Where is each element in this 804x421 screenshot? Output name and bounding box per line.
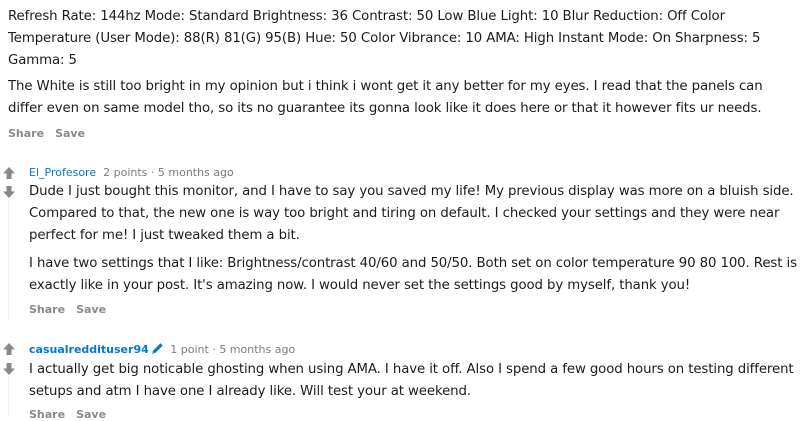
share-button[interactable]: Share — [29, 408, 65, 421]
comment-body-2: I have two settings that I like: Brightn… — [29, 253, 797, 297]
comment-op-body: Refresh Rate: 144hz Mode: Standard Brigh… — [8, 6, 798, 72]
upvote-arrow-icon[interactable] — [3, 167, 15, 179]
save-button[interactable]: Save — [76, 303, 106, 316]
save-button[interactable]: Save — [76, 408, 106, 421]
downvote-arrow-icon[interactable] — [3, 186, 15, 198]
comment-paragraph: Dude I just bought this monitor, and I h… — [29, 184, 794, 243]
comment-actions: Share Save — [29, 408, 117, 421]
author-link[interactable]: El_Profesore — [29, 166, 96, 179]
comment-body: I actually get big noticable ghosting wh… — [29, 359, 797, 403]
separator: · — [150, 166, 155, 179]
timestamp[interactable]: 5 months ago — [219, 343, 295, 356]
thread-line[interactable] — [8, 377, 9, 416]
comment-meta: casualreddituser94 1 point · 5 months ag… — [29, 342, 295, 358]
thread-line[interactable] — [8, 200, 9, 320]
comment-op-body-2: The White is still too bright in my opin… — [8, 76, 798, 120]
separator: · — [212, 343, 216, 356]
points: 2 points — [103, 166, 148, 179]
share-button[interactable]: Share — [8, 127, 44, 140]
downvote-arrow-icon[interactable] — [3, 363, 15, 375]
comment-paragraph: The White is still too bright in my opin… — [8, 79, 763, 116]
comment-paragraph: Refresh Rate: 144hz Mode: Standard Brigh… — [8, 9, 761, 68]
timestamp[interactable]: 5 months ago — [158, 166, 234, 179]
share-button[interactable]: Share — [29, 303, 65, 316]
save-button[interactable]: Save — [55, 127, 85, 140]
comment-paragraph: I actually get big noticable ghosting wh… — [29, 362, 794, 399]
comment-paragraph: I have two settings that I like: Brightn… — [29, 256, 797, 293]
points: 1 point — [170, 343, 209, 356]
comment-body: Dude I just bought this monitor, and I h… — [29, 181, 797, 247]
comment-actions: Share Save — [29, 303, 117, 316]
pencil-icon — [151, 342, 164, 358]
upvote-arrow-icon[interactable] — [3, 343, 15, 355]
comment-op-actions: Share Save — [8, 127, 96, 140]
author-link[interactable]: casualreddituser94 — [29, 343, 149, 356]
comment-meta: El_Profesore 2 points · 5 months ago — [29, 166, 234, 179]
